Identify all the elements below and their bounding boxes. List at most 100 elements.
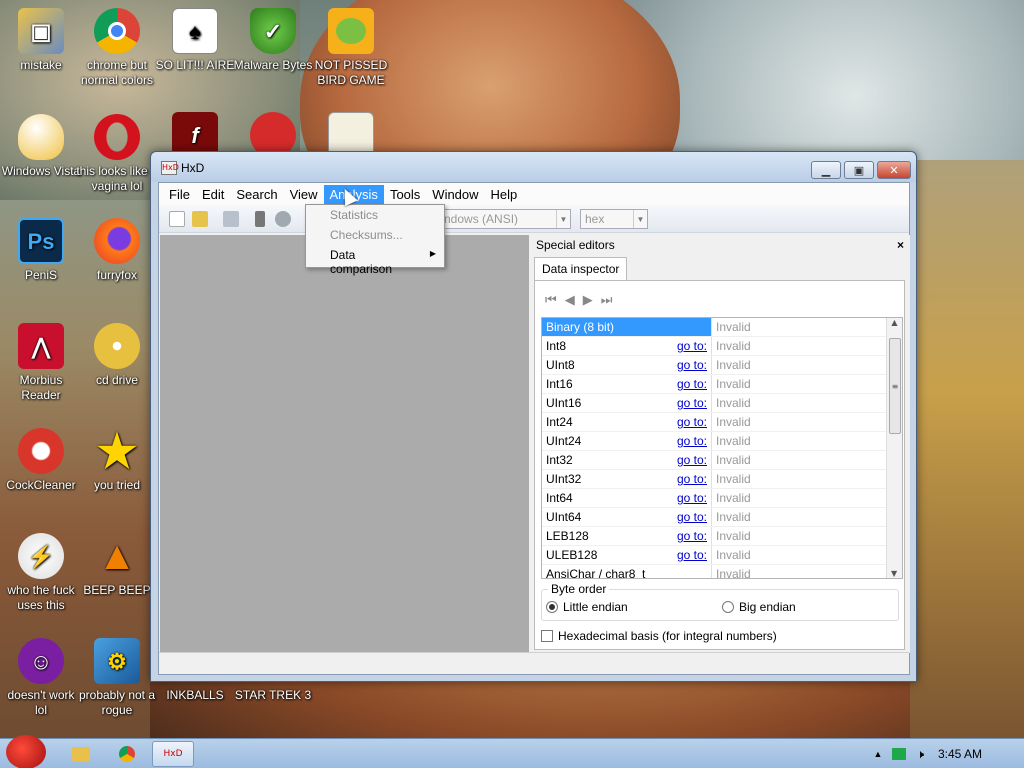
menu-help[interactable]: Help [485,185,524,204]
inspector-value-cell[interactable]: Invalid [712,470,882,488]
show-hidden-icons[interactable]: ▲ [874,749,883,759]
close-button[interactable]: ✕ [877,161,911,179]
encoding-select[interactable]: ndows (ANSI) ▼ [439,209,571,229]
inspector-row[interactable]: UInt24 go to: Invalid [542,432,902,451]
goto-link[interactable]: go to: [677,529,707,543]
tab-data-inspector[interactable]: Data inspector [534,257,628,281]
menu-view[interactable]: View [284,185,324,204]
desktop-icon-cd-drive[interactable]: cd drive [76,323,158,388]
maximize-button[interactable]: ▣ [844,161,874,179]
desktop-icon-ccleaner[interactable]: CockCleaner [0,428,82,493]
close-file-icon[interactable] [255,211,265,227]
start-button[interactable] [6,735,46,768]
goto-link[interactable]: go to: [677,510,707,524]
desktop-icon-solitaire[interactable]: ♠ SO LIT!!! AIRE [154,8,236,73]
goto-link[interactable]: go to: [677,491,707,505]
menu-item-data-comparison[interactable]: Data comparison ▶ [306,245,444,276]
desktop-icon-adobe-reader[interactable]: ⋀ Morbius Reader [0,323,82,403]
menu-item-checksums[interactable]: Checksums... [306,225,444,245]
desktop-icon-bird-game[interactable]: NOT PISSED BIRD GAME [310,8,392,88]
new-file-icon[interactable] [169,211,185,227]
clock[interactable]: 3:45 AM [938,747,982,761]
desktop-icon-firefox[interactable]: furryfox [76,218,158,283]
desktop-icon-flash[interactable]: ⚡ who the fuck uses this [0,533,82,613]
desktop-icon-malwarebytes[interactable]: ✓ Malware Bytes [232,8,314,73]
desktop-icon-windows-vista[interactable]: Windows Vista [0,114,82,179]
menu-item-statistics[interactable]: Statistics [306,205,444,225]
inspector-value-cell[interactable]: Invalid [712,432,882,450]
base-select[interactable]: hex ▼ [580,209,648,229]
inspector-row[interactable]: Int64 go to: Invalid [542,489,902,508]
desktop-icon-rogue[interactable]: ⚙ probably not a rogue [76,638,158,718]
inspector-row[interactable]: Int24 go to: Invalid [542,413,902,432]
inspector-row[interactable]: UInt8 go to: Invalid [542,356,902,375]
inspector-value-cell[interactable]: Invalid [712,413,882,431]
title-bar[interactable]: HxD HxD ▁ ▣ ✕ [151,152,916,182]
menu-edit[interactable]: Edit [196,185,230,204]
desktop-icon-opera[interactable]: this looks like a vagina lol [76,114,158,194]
desktop-icon-vlc[interactable]: ▲ BEEP BEEP [76,533,158,598]
desktop-icon-you-tried[interactable]: ★ you tried [76,428,158,493]
goto-link[interactable]: go to: [677,358,707,372]
previous-record-icon[interactable]: ◀ [565,293,575,308]
scrollbar-thumb[interactable]: ≡ [889,338,901,434]
open-file-icon[interactable] [192,211,208,227]
goto-link[interactable]: go to: [677,453,707,467]
inspector-row[interactable]: AnsiChar / char8_t Invalid [542,565,902,578]
taskbar-chrome[interactable] [112,741,142,767]
inspector-row[interactable]: LEB128 go to: Invalid [542,527,902,546]
goto-link[interactable]: go to: [677,396,707,410]
desktop-icon-yahoo[interactable]: ☺ doesn't work lol [0,638,82,718]
save-icon[interactable] [223,211,239,227]
inspector-value-cell[interactable]: Invalid [712,565,882,578]
inspector-row[interactable]: Int32 go to: Invalid [542,451,902,470]
goto-link[interactable]: go to: [677,472,707,486]
last-record-icon[interactable]: ⏭ [601,293,613,308]
taskbar-hxd[interactable]: HxD [152,741,194,767]
inspector-row[interactable]: ULEB128 go to: Invalid [542,546,902,565]
taskbar-explorer[interactable] [66,741,96,767]
inspector-value-cell[interactable]: Invalid [712,527,882,545]
first-record-icon[interactable]: ⏮ [545,293,557,308]
goto-link[interactable]: go to: [677,548,707,562]
disk-icon[interactable] [275,211,291,227]
inspector-value-cell[interactable]: Invalid [712,375,882,393]
little-endian-radio[interactable]: Little endian [546,600,628,614]
hxd-window[interactable]: HxD HxD ▁ ▣ ✕ File Edit Search View Anal… [150,151,917,682]
minimize-button[interactable]: ▁ [811,161,841,179]
menu-search[interactable]: Search [230,185,283,204]
vertical-scrollbar[interactable]: ▲ ≡ ▼ [886,318,902,578]
desktop-icon-inkballs[interactable]: INKBALLS [154,688,236,703]
inspector-value-cell[interactable]: Invalid [712,356,882,374]
inspector-row[interactable]: UInt32 go to: Invalid [542,470,902,489]
inspector-value-cell[interactable]: Invalid [712,318,882,336]
desktop-icon-mistake[interactable]: ▣ mistake [0,8,82,73]
goto-link[interactable]: go to: [677,339,707,353]
volume-icon[interactable]: 🕨 [916,747,924,762]
inspector-row[interactable]: UInt64 go to: Invalid [542,508,902,527]
inspector-row[interactable]: Int8 go to: Invalid [542,337,902,356]
inspector-row[interactable]: Binary (8 bit) Invalid [542,318,902,337]
goto-link[interactable]: go to: [677,434,707,448]
menu-window[interactable]: Window [426,185,484,204]
inspector-value-cell[interactable]: Invalid [712,546,882,564]
next-record-icon[interactable]: ▶ [583,293,593,308]
inspector-row[interactable]: UInt16 go to: Invalid [542,394,902,413]
inspector-value-cell[interactable]: Invalid [712,489,882,507]
desktop-icon-photoshop[interactable]: Ps PeniS [0,218,82,283]
inspector-value-cell[interactable]: Invalid [712,451,882,469]
hex-basis-checkbox[interactable]: Hexadecimal basis (for integral numbers) [541,629,777,643]
menu-tools[interactable]: Tools [384,185,426,204]
goto-link[interactable]: go to: [677,377,707,391]
inspector-value-cell[interactable]: Invalid [712,337,882,355]
inspector-value-cell[interactable]: Invalid [712,394,882,412]
big-endian-radio[interactable]: Big endian [722,600,796,614]
menu-file[interactable]: File [163,185,196,204]
goto-link[interactable]: go to: [677,415,707,429]
data-inspector-grid[interactable]: Binary (8 bit) Invalid Int8 go to: Invalid UI… [541,317,903,579]
network-icon[interactable] [892,748,907,760]
close-panel-icon[interactable]: × [897,238,904,252]
inspector-value-cell[interactable]: Invalid [712,508,882,526]
inspector-row[interactable]: Int16 go to: Invalid [542,375,902,394]
hex-editor-area[interactable] [160,235,529,653]
